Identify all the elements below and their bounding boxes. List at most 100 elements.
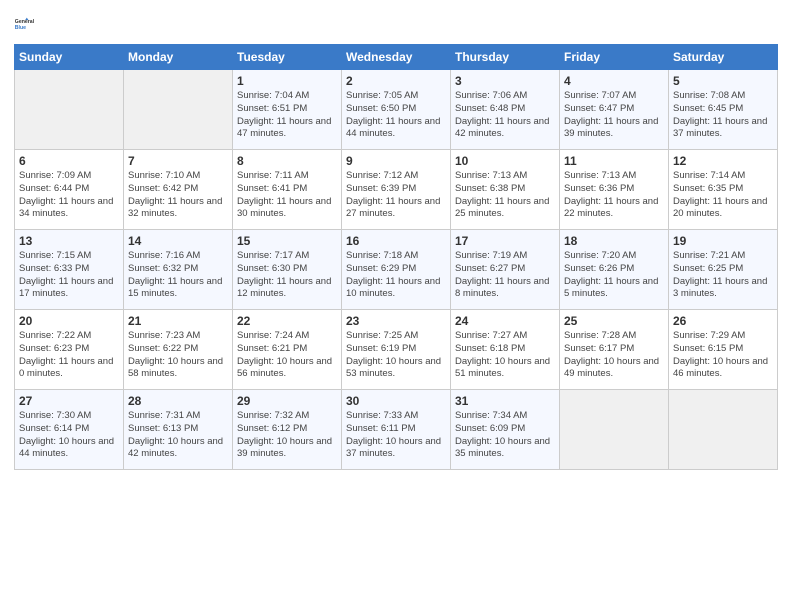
day-info: Sunrise: 7:13 AM Sunset: 6:38 PM Dayligh… xyxy=(455,170,555,221)
day-number: 29 xyxy=(237,394,337,408)
day-info: Sunrise: 7:08 AM Sunset: 6:45 PM Dayligh… xyxy=(673,90,773,141)
day-number: 27 xyxy=(19,394,119,408)
day-info: Sunrise: 7:24 AM Sunset: 6:21 PM Dayligh… xyxy=(237,330,337,381)
day-info: Sunrise: 7:32 AM Sunset: 6:12 PM Dayligh… xyxy=(237,410,337,461)
day-info: Sunrise: 7:28 AM Sunset: 6:17 PM Dayligh… xyxy=(564,330,664,381)
day-number: 28 xyxy=(128,394,228,408)
day-number: 18 xyxy=(564,234,664,248)
day-cell xyxy=(15,70,124,150)
day-cell: 19 Sunrise: 7:21 AM Sunset: 6:25 PM Dayli… xyxy=(669,230,778,310)
col-header-monday: Monday xyxy=(124,45,233,70)
day-number: 5 xyxy=(673,74,773,88)
day-info: Sunrise: 7:11 AM Sunset: 6:41 PM Dayligh… xyxy=(237,170,337,221)
day-cell: 12 Sunrise: 7:14 AM Sunset: 6:35 PM Dayli… xyxy=(669,150,778,230)
day-info: Sunrise: 7:15 AM Sunset: 6:33 PM Dayligh… xyxy=(19,250,119,301)
day-info: Sunrise: 7:05 AM Sunset: 6:50 PM Dayligh… xyxy=(346,90,446,141)
day-info: Sunrise: 7:04 AM Sunset: 6:51 PM Dayligh… xyxy=(237,90,337,141)
day-number: 7 xyxy=(128,154,228,168)
week-row-1: 1 Sunrise: 7:04 AM Sunset: 6:51 PM Daylig… xyxy=(15,70,778,150)
day-cell: 3Sunrise: 7:06 AM Sunset: 6:48 PM Daylig… xyxy=(451,70,560,150)
svg-text:Blue: Blue xyxy=(15,25,26,31)
day-number: 30 xyxy=(346,394,446,408)
day-info: Sunrise: 7:30 AM Sunset: 6:14 PM Dayligh… xyxy=(19,410,119,461)
day-number: 25 xyxy=(564,314,664,328)
day-number: 19 xyxy=(673,234,773,248)
week-row-3: 13 Sunrise: 7:15 AM Sunset: 6:33 PM Dayli… xyxy=(15,230,778,310)
day-number: 3 xyxy=(455,74,555,88)
day-info: Sunrise: 7:13 AM Sunset: 6:36 PM Dayligh… xyxy=(564,170,664,221)
day-number: 11 xyxy=(564,154,664,168)
day-info: Sunrise: 7:19 AM Sunset: 6:27 PM Dayligh… xyxy=(455,250,555,301)
day-number: 15 xyxy=(237,234,337,248)
day-number: 24 xyxy=(455,314,555,328)
col-header-sunday: Sunday xyxy=(15,45,124,70)
day-info: Sunrise: 7:21 AM Sunset: 6:25 PM Dayligh… xyxy=(673,250,773,301)
day-number: 6 xyxy=(19,154,119,168)
day-info: Sunrise: 7:10 AM Sunset: 6:42 PM Dayligh… xyxy=(128,170,228,221)
col-header-wednesday: Wednesday xyxy=(342,45,451,70)
day-number: 12 xyxy=(673,154,773,168)
day-number: 8 xyxy=(237,154,337,168)
day-number: 21 xyxy=(128,314,228,328)
day-number: 20 xyxy=(19,314,119,328)
week-row-2: 6 Sunrise: 7:09 AM Sunset: 6:44 PM Daylig… xyxy=(15,150,778,230)
day-info: Sunrise: 7:29 AM Sunset: 6:15 PM Dayligh… xyxy=(673,330,773,381)
day-cell: 13 Sunrise: 7:15 AM Sunset: 6:33 PM Dayli… xyxy=(15,230,124,310)
day-number: 2 xyxy=(346,74,446,88)
col-header-friday: Friday xyxy=(560,45,669,70)
page: General Blue SundayMondayTuesdayWednesda… xyxy=(0,0,792,484)
day-cell: 9 Sunrise: 7:12 AM Sunset: 6:39 PM Daylig… xyxy=(342,150,451,230)
day-cell: 21 Sunrise: 7:23 AM Sunset: 6:22 PM Dayli… xyxy=(124,310,233,390)
day-number: 22 xyxy=(237,314,337,328)
day-cell: 2 Sunrise: 7:05 AM Sunset: 6:50 PM Daylig… xyxy=(342,70,451,150)
day-number: 1 xyxy=(237,74,337,88)
day-number: 13 xyxy=(19,234,119,248)
day-cell: 29 Sunrise: 7:32 AM Sunset: 6:12 PM Dayli… xyxy=(233,390,342,470)
day-number: 9 xyxy=(346,154,446,168)
header-row: SundayMondayTuesdayWednesdayThursdayFrid… xyxy=(15,45,778,70)
day-info: Sunrise: 7:31 AM Sunset: 6:13 PM Dayligh… xyxy=(128,410,228,461)
day-number: 17 xyxy=(455,234,555,248)
day-cell: 30Sunrise: 7:33 AM Sunset: 6:11 PM Dayli… xyxy=(342,390,451,470)
day-info: Sunrise: 7:25 AM Sunset: 6:19 PM Dayligh… xyxy=(346,330,446,381)
col-header-tuesday: Tuesday xyxy=(233,45,342,70)
logo: General Blue xyxy=(14,10,42,38)
day-cell: 8 Sunrise: 7:11 AM Sunset: 6:41 PM Daylig… xyxy=(233,150,342,230)
calendar-table: SundayMondayTuesdayWednesdayThursdayFrid… xyxy=(14,44,778,470)
day-cell: 28 Sunrise: 7:31 AM Sunset: 6:13 PM Dayli… xyxy=(124,390,233,470)
day-cell xyxy=(560,390,669,470)
day-cell: 20 Sunrise: 7:22 AM Sunset: 6:23 PM Dayli… xyxy=(15,310,124,390)
col-header-saturday: Saturday xyxy=(669,45,778,70)
day-cell: 16Sunrise: 7:18 AM Sunset: 6:29 PM Dayli… xyxy=(342,230,451,310)
svg-text:General: General xyxy=(15,19,35,25)
day-cell: 17 Sunrise: 7:19 AM Sunset: 6:27 PM Dayli… xyxy=(451,230,560,310)
day-info: Sunrise: 7:27 AM Sunset: 6:18 PM Dayligh… xyxy=(455,330,555,381)
day-info: Sunrise: 7:12 AM Sunset: 6:39 PM Dayligh… xyxy=(346,170,446,221)
day-info: Sunrise: 7:16 AM Sunset: 6:32 PM Dayligh… xyxy=(128,250,228,301)
day-cell: 24 Sunrise: 7:27 AM Sunset: 6:18 PM Dayli… xyxy=(451,310,560,390)
day-number: 31 xyxy=(455,394,555,408)
day-info: Sunrise: 7:09 AM Sunset: 6:44 PM Dayligh… xyxy=(19,170,119,221)
week-row-4: 20 Sunrise: 7:22 AM Sunset: 6:23 PM Dayli… xyxy=(15,310,778,390)
day-cell xyxy=(669,390,778,470)
day-cell: 15Sunrise: 7:17 AM Sunset: 6:30 PM Dayli… xyxy=(233,230,342,310)
day-number: 4 xyxy=(564,74,664,88)
day-cell: 27 Sunrise: 7:30 AM Sunset: 6:14 PM Dayli… xyxy=(15,390,124,470)
day-number: 23 xyxy=(346,314,446,328)
day-cell: 31Sunrise: 7:34 AM Sunset: 6:09 PM Dayli… xyxy=(451,390,560,470)
day-cell: 11 Sunrise: 7:13 AM Sunset: 6:36 PM Dayli… xyxy=(560,150,669,230)
day-cell: 4Sunrise: 7:07 AM Sunset: 6:47 PM Daylig… xyxy=(560,70,669,150)
day-cell: 25 Sunrise: 7:28 AM Sunset: 6:17 PM Dayli… xyxy=(560,310,669,390)
day-info: Sunrise: 7:23 AM Sunset: 6:22 PM Dayligh… xyxy=(128,330,228,381)
day-cell: 7 Sunrise: 7:10 AM Sunset: 6:42 PM Daylig… xyxy=(124,150,233,230)
day-info: Sunrise: 7:14 AM Sunset: 6:35 PM Dayligh… xyxy=(673,170,773,221)
day-cell: 5 Sunrise: 7:08 AM Sunset: 6:45 PM Daylig… xyxy=(669,70,778,150)
day-cell: 10 Sunrise: 7:13 AM Sunset: 6:38 PM Dayli… xyxy=(451,150,560,230)
day-info: Sunrise: 7:22 AM Sunset: 6:23 PM Dayligh… xyxy=(19,330,119,381)
day-number: 10 xyxy=(455,154,555,168)
day-cell: 22 Sunrise: 7:24 AM Sunset: 6:21 PM Dayli… xyxy=(233,310,342,390)
day-cell: 6 Sunrise: 7:09 AM Sunset: 6:44 PM Daylig… xyxy=(15,150,124,230)
day-number: 14 xyxy=(128,234,228,248)
day-cell: 1 Sunrise: 7:04 AM Sunset: 6:51 PM Daylig… xyxy=(233,70,342,150)
day-number: 26 xyxy=(673,314,773,328)
